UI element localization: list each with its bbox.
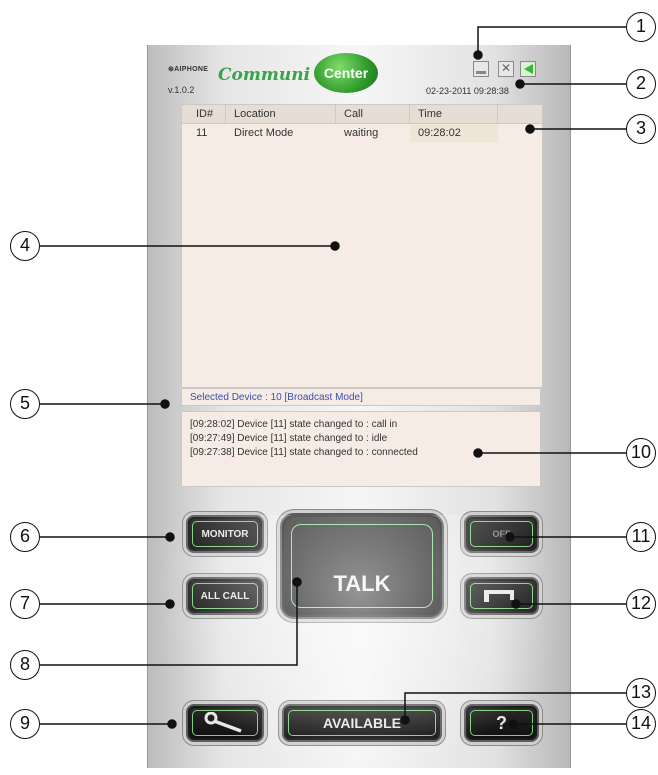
callout-5: 5 bbox=[10, 389, 40, 419]
callout-9: 9 bbox=[10, 709, 40, 739]
callout-lines bbox=[40, 26, 626, 729]
callout-7: 7 bbox=[10, 589, 40, 619]
callout-10: 10 bbox=[626, 438, 656, 468]
callout-8: 8 bbox=[10, 650, 40, 680]
callout-11: 11 bbox=[626, 522, 656, 552]
callout-13: 13 bbox=[626, 678, 656, 708]
callout-1: 1 bbox=[626, 12, 656, 42]
callout-3: 3 bbox=[626, 114, 656, 144]
callout-2: 2 bbox=[626, 69, 656, 99]
callout-6: 6 bbox=[10, 522, 40, 552]
callout-12: 12 bbox=[626, 589, 656, 619]
callout-4: 4 bbox=[10, 231, 40, 261]
callout-14: 14 bbox=[626, 709, 656, 739]
